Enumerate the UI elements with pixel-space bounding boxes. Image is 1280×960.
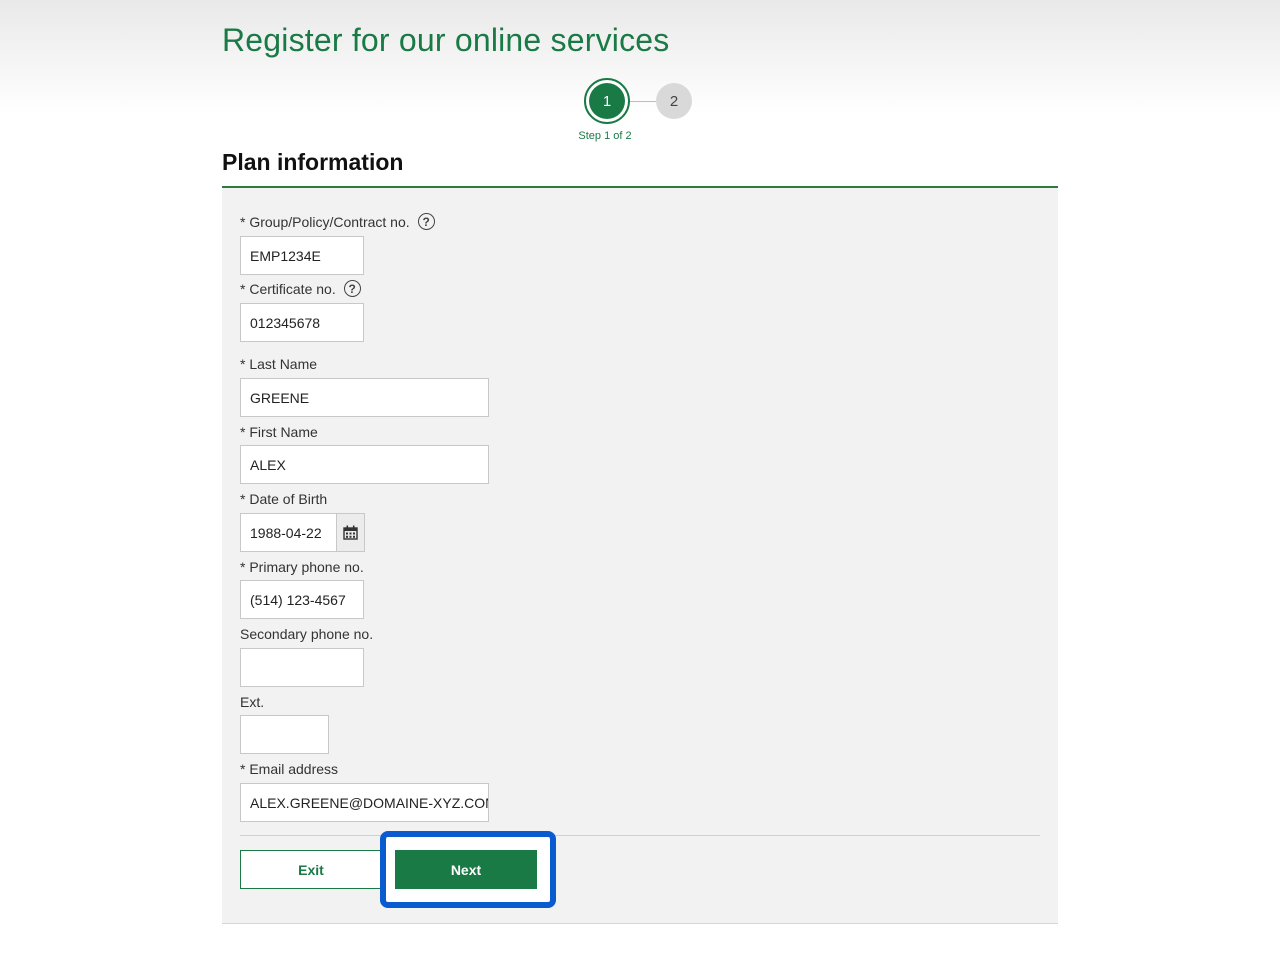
email-label: * Email address <box>240 761 339 777</box>
page-title: Register for our online services <box>222 22 670 58</box>
step-connector <box>630 101 656 102</box>
ext-field[interactable] <box>240 715 329 754</box>
primary-phone-label: * Primary phone no. <box>240 559 364 575</box>
help-icon[interactable]: ? <box>343 280 361 297</box>
email-field[interactable]: ALEX.GREENE@DOMAINE-XYZ.COM <box>240 783 489 822</box>
secondary-phone-field[interactable] <box>240 648 364 687</box>
group-no-field[interactable]: EMP1234E <box>240 236 364 275</box>
exit-button[interactable]: Exit <box>240 850 382 889</box>
primary-phone-field[interactable]: (514) 123-4567 <box>240 580 364 619</box>
progress-stepper: 1 2 Step 1 of 2 <box>578 78 694 148</box>
certificate-no-label: * Certificate no. ? <box>240 280 361 297</box>
secondary-phone-label: Secondary phone no. <box>240 626 374 642</box>
help-icon[interactable]: ? <box>417 213 435 230</box>
registration-form: * Group/Policy/Contract no. ? EMP1234E *… <box>222 186 1058 924</box>
form-divider <box>240 835 1040 836</box>
step-caption: Step 1 of 2 <box>578 130 632 142</box>
date-of-birth-label: * Date of Birth <box>240 491 328 507</box>
step-1-number: 1 <box>589 83 625 119</box>
next-button[interactable]: Next <box>395 850 537 889</box>
step-2-indicator: 2 <box>656 83 692 119</box>
first-name-field[interactable]: ALEX <box>240 445 489 484</box>
ext-label: Ext. <box>240 694 265 710</box>
first-name-label: * First Name <box>240 424 318 440</box>
step-1-indicator: 1 <box>584 78 630 124</box>
section-title: Plan information <box>222 149 404 175</box>
certificate-no-field[interactable]: 012345678 <box>240 303 364 342</box>
last-name-label: * Last Name <box>240 356 318 372</box>
last-name-field[interactable]: GREENE <box>240 378 489 417</box>
date-of-birth-field[interactable]: 1988-04-22 <box>240 513 337 552</box>
calendar-icon[interactable] <box>336 513 365 552</box>
group-no-label: * Group/Policy/Contract no. ? <box>240 213 435 230</box>
